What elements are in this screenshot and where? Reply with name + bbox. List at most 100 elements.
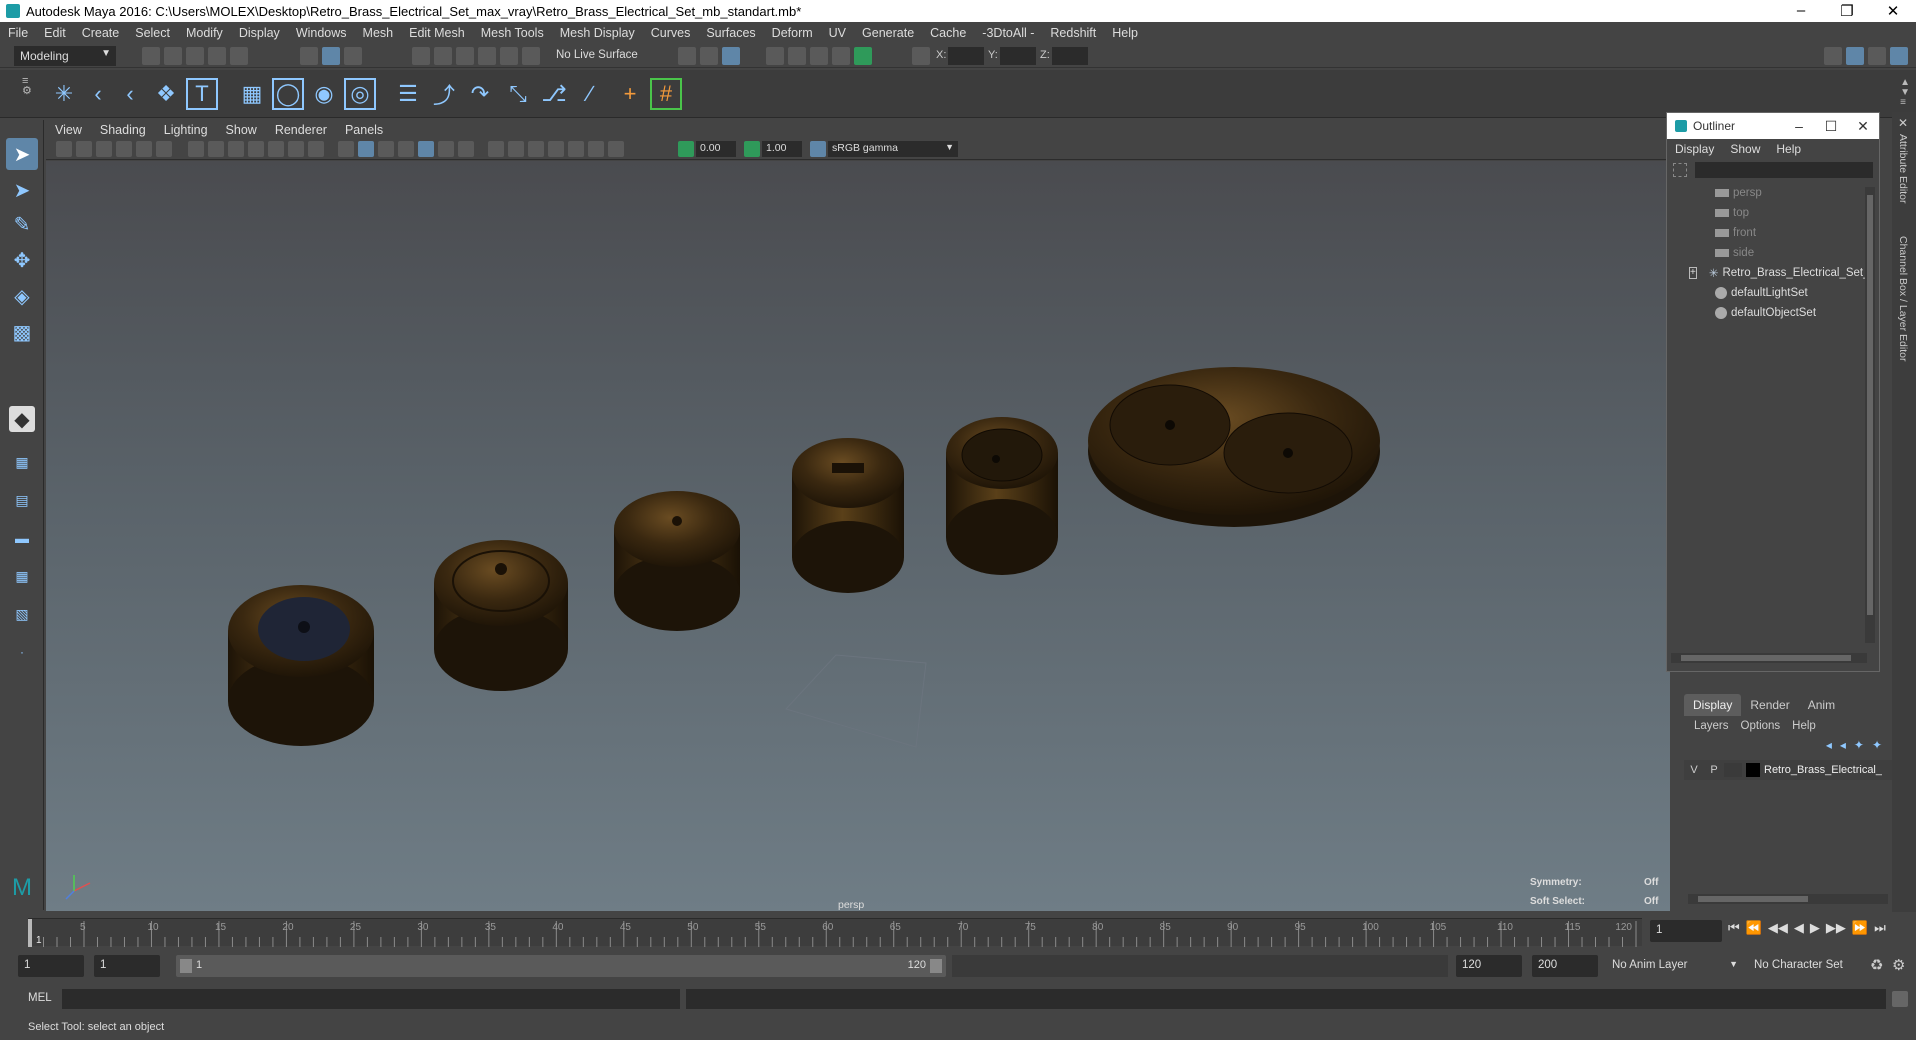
uv-layout-icon[interactable]: ▧ xyxy=(6,598,38,630)
shelf-extrude-icon[interactable]: ☰ xyxy=(392,78,424,110)
snap-curve-icon[interactable] xyxy=(434,47,452,65)
menu-create[interactable]: Create xyxy=(74,26,128,40)
film-gate-icon[interactable] xyxy=(208,141,224,157)
menu-curves[interactable]: Curves xyxy=(643,26,699,40)
panel-menu-panels[interactable]: Panels xyxy=(336,123,392,137)
shelf-curve-icon[interactable]: ‹ xyxy=(82,78,114,110)
shelf-pivot-icon[interactable]: + xyxy=(614,78,646,110)
layer-horizontal-scrollbar[interactable] xyxy=(1688,894,1888,904)
range-end-handle[interactable] xyxy=(930,959,942,973)
layer-type-toggle[interactable] xyxy=(1724,763,1742,777)
menu-edit[interactable]: Edit xyxy=(36,26,74,40)
layer-color-swatch[interactable] xyxy=(1746,763,1760,777)
x-field[interactable] xyxy=(948,47,984,65)
bookmarks-icon[interactable] xyxy=(96,141,112,157)
auto-key-icon[interactable]: ♻ xyxy=(1870,956,1883,974)
panel-menu-lighting[interactable]: Lighting xyxy=(155,123,217,137)
use-all-lights-icon[interactable] xyxy=(438,141,454,157)
grid-toggle-icon[interactable] xyxy=(188,141,204,157)
side-panel-close-icon[interactable]: ✕ xyxy=(1898,116,1908,130)
minimize-icon[interactable]: – xyxy=(1778,2,1824,20)
step-back-key-icon[interactable]: ⏪ xyxy=(1746,920,1762,936)
shelf-ep-curve-icon[interactable]: ❖ xyxy=(150,78,182,110)
outliner-minimize-icon[interactable]: – xyxy=(1783,118,1815,135)
wireframe-on-shaded-icon[interactable] xyxy=(398,141,414,157)
shelf-append-icon[interactable]: ⤡ xyxy=(502,78,534,110)
two-d-pan-icon[interactable] xyxy=(136,141,152,157)
exposure-field[interactable]: 0.00 xyxy=(696,141,736,157)
field-chart-icon[interactable] xyxy=(268,141,284,157)
channel-box-toggle-icon[interactable] xyxy=(1890,47,1908,65)
gamma-icon[interactable] xyxy=(744,141,760,157)
hypershade-icon[interactable] xyxy=(854,47,872,65)
play-backwards-icon[interactable]: ◀ xyxy=(1794,920,1804,936)
outliner-item-default-light-set[interactable]: defaultLightSet xyxy=(1669,283,1865,303)
outliner-close-icon[interactable]: ✕ xyxy=(1847,118,1879,135)
step-forward-key-icon[interactable]: ⏩ xyxy=(1852,920,1868,936)
render-view-icon[interactable] xyxy=(766,47,784,65)
anim-layer-dropdown[interactable]: No Anim Layer ▼ xyxy=(1606,955,1742,977)
range-start-handle[interactable] xyxy=(180,959,192,973)
shelf-custom-icon[interactable]: # xyxy=(650,78,682,110)
snap-point-icon[interactable] xyxy=(456,47,474,65)
outliner-item-top[interactable]: top xyxy=(1669,203,1865,223)
y-field[interactable] xyxy=(1000,47,1036,65)
layer-row[interactable]: V P Retro_Brass_Electrical_ xyxy=(1684,760,1894,780)
image-plane-icon[interactable] xyxy=(116,141,132,157)
outliner-search-input[interactable] xyxy=(1694,162,1873,178)
move-layer-down-icon[interactable]: ◂ xyxy=(1836,736,1850,758)
output-ops-icon[interactable] xyxy=(700,47,718,65)
rotary-switch-small[interactable] xyxy=(434,540,568,691)
tab-display[interactable]: Display xyxy=(1684,694,1742,716)
ipr-render-icon[interactable] xyxy=(810,47,828,65)
smooth-shade-icon[interactable] xyxy=(358,141,374,157)
shelf-target-weld-icon[interactable]: ∕ xyxy=(574,78,606,110)
z-field[interactable] xyxy=(1052,47,1088,65)
play-forwards-icon[interactable]: ▶ xyxy=(1810,920,1820,936)
layer-menu-layers[interactable]: Layers xyxy=(1688,720,1735,732)
redo-icon[interactable] xyxy=(230,47,248,65)
layer-menu-options[interactable]: Options xyxy=(1735,720,1787,732)
socket-round[interactable] xyxy=(946,417,1058,575)
outliner-menu-display[interactable]: Display xyxy=(1667,142,1722,156)
render-frame-icon[interactable] xyxy=(788,47,806,65)
scale-tool-icon[interactable]: ▩ xyxy=(6,316,38,348)
gate-mask-icon[interactable] xyxy=(248,141,264,157)
modeling-toolkit-icon[interactable] xyxy=(1824,47,1842,65)
step-forward-frame-icon[interactable]: ▶▶ xyxy=(1826,920,1846,936)
close-icon[interactable]: ✕ xyxy=(1870,2,1916,20)
anti-aliasing-icon[interactable] xyxy=(528,141,544,157)
new-scene-icon[interactable] xyxy=(142,47,160,65)
script-editor-icon[interactable] xyxy=(1892,991,1908,1007)
color-management-icon[interactable] xyxy=(810,141,826,157)
gamma-field[interactable]: 1.00 xyxy=(762,141,802,157)
menu-generate[interactable]: Generate xyxy=(854,26,922,40)
shelf-torus-icon[interactable]: ◯ xyxy=(272,78,304,110)
four-view-layout-icon[interactable]: ▦ xyxy=(6,446,38,478)
tab-anim[interactable]: Anim xyxy=(1799,694,1844,716)
shadows-icon[interactable] xyxy=(458,141,474,157)
motion-blur-icon[interactable] xyxy=(508,141,524,157)
persp-graph-layout-icon[interactable]: ▬ xyxy=(6,522,38,554)
menu-display[interactable]: Display xyxy=(231,26,288,40)
outliner-item-default-object-set[interactable]: defaultObjectSet xyxy=(1669,303,1865,323)
perspective-viewport[interactable]: persp Symmetry: Off Soft Select: Off xyxy=(46,161,1670,911)
menu-redshift[interactable]: Redshift xyxy=(1042,26,1104,40)
snap-grid-icon[interactable] xyxy=(412,47,430,65)
single-perspective-layout-icon[interactable]: ◆ xyxy=(9,406,35,432)
use-default-material-icon[interactable] xyxy=(378,141,394,157)
filter-icon[interactable] xyxy=(1673,163,1687,177)
tab-render[interactable]: Render xyxy=(1741,694,1798,716)
shelf-cylinder-icon[interactable]: ◉ xyxy=(308,78,340,110)
snap-view-plane-icon[interactable] xyxy=(478,47,496,65)
snap-surface-icon[interactable] xyxy=(500,47,518,65)
menu-mesh-display[interactable]: Mesh Display xyxy=(552,26,643,40)
construction-history-icon[interactable] xyxy=(722,47,740,65)
menu-file[interactable]: File xyxy=(0,26,36,40)
hypershade-layout-icon[interactable]: ▦ xyxy=(6,560,38,592)
command-input[interactable] xyxy=(62,989,680,1009)
new-layer-selected-icon[interactable]: ✦ xyxy=(1868,736,1886,758)
shelf-multicut-icon[interactable]: ⎇ xyxy=(538,78,570,110)
panel-menu-shading[interactable]: Shading xyxy=(91,123,155,137)
lasso-tool-icon[interactable]: ➤ xyxy=(6,174,38,206)
